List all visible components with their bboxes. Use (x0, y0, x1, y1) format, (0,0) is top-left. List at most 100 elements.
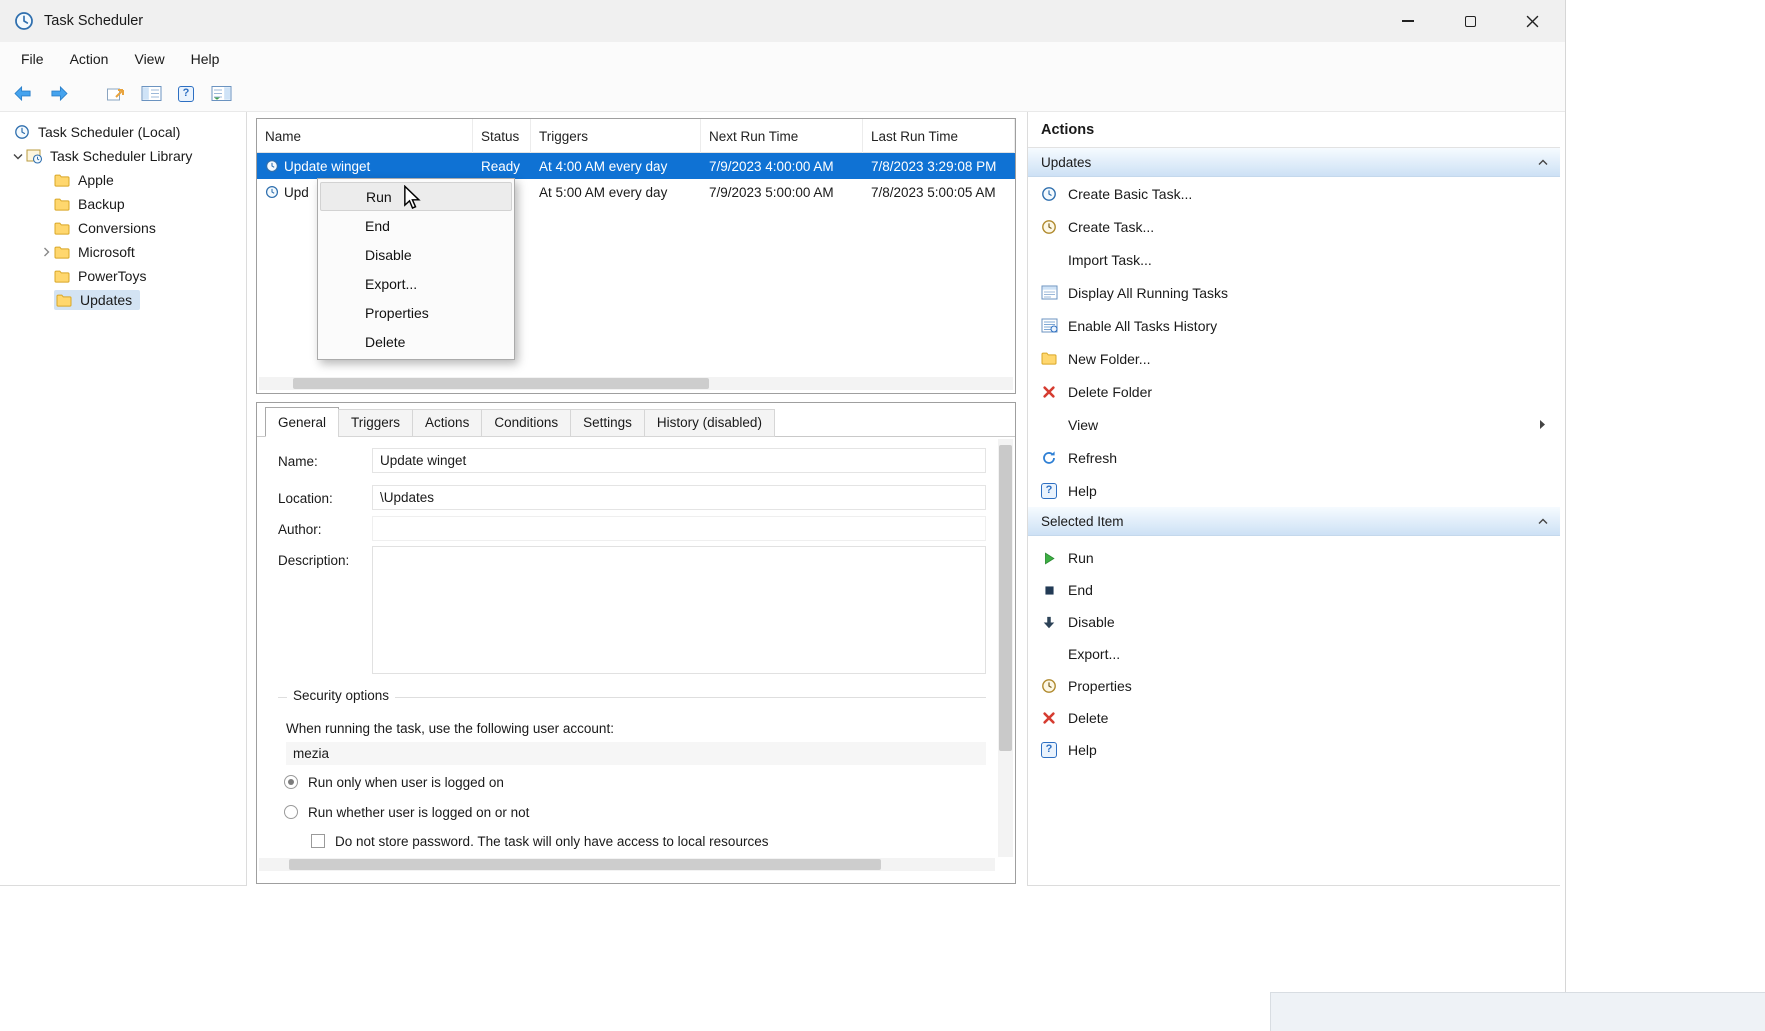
action-enable-history[interactable]: Enable All Tasks History (1028, 309, 1560, 342)
action-properties[interactable]: Properties (1028, 670, 1560, 702)
context-properties[interactable]: Properties (320, 298, 512, 327)
detail-vertical-scrollbar[interactable] (998, 439, 1013, 857)
action-help-selected[interactable]: ? Help (1028, 734, 1560, 766)
library-icon (26, 149, 45, 164)
action-disable[interactable]: Disable (1028, 606, 1560, 638)
updates-section-header[interactable]: Updates (1028, 148, 1560, 177)
chevron-down-icon[interactable] (10, 153, 26, 160)
action-create-basic-task[interactable]: Create Basic Task... (1028, 177, 1560, 210)
action-end[interactable]: End (1028, 574, 1560, 606)
task-scheduler-icon (14, 124, 33, 140)
action-run[interactable]: Run (1028, 542, 1560, 574)
action-display-running-tasks[interactable]: Display All Running Tasks (1028, 276, 1560, 309)
action-view[interactable]: View (1028, 408, 1560, 441)
show-hide-tree-button[interactable] (138, 81, 164, 107)
minimize-button[interactable] (1377, 0, 1439, 42)
action-label: Enable All Tasks History (1068, 318, 1217, 334)
task-triggers-cell: At 5:00 AM every day (531, 179, 667, 205)
tree-folder-label: Microsoft (78, 244, 135, 260)
context-end[interactable]: End (320, 211, 512, 240)
radio-logged-on[interactable] (284, 775, 298, 789)
forward-button[interactable] (45, 81, 71, 107)
export-list-button[interactable] (103, 81, 129, 107)
menu-view[interactable]: View (121, 45, 177, 73)
selected-item-section-header[interactable]: Selected Item (1028, 507, 1560, 536)
action-label: Delete (1068, 710, 1108, 726)
action-new-folder[interactable]: New Folder... (1028, 342, 1560, 375)
create-task-icon (1039, 218, 1059, 236)
scrollbar-thumb[interactable] (999, 445, 1012, 751)
action-help-updates[interactable]: ? Help (1028, 474, 1560, 507)
tree-root[interactable]: Task Scheduler (Local) (0, 120, 246, 144)
action-delete-folder[interactable]: Delete Folder (1028, 375, 1560, 408)
context-delete[interactable]: Delete (320, 327, 512, 356)
tree-folder-backup[interactable]: Backup (0, 192, 246, 216)
scrollbar-thumb[interactable] (289, 859, 881, 870)
menu-action[interactable]: Action (57, 45, 122, 73)
action-delete[interactable]: Delete (1028, 702, 1560, 734)
show-hide-action-pane-button[interactable] (208, 81, 234, 107)
tab-actions[interactable]: Actions (412, 409, 482, 437)
tree-folder-powertoys[interactable]: PowerToys (0, 264, 246, 288)
task-row-update-winget[interactable]: Update winget Ready At 4:00 AM every day… (257, 153, 1015, 179)
column-header-next-run[interactable]: Next Run Time (701, 119, 863, 153)
console-tree-icon (141, 85, 162, 102)
tab-settings[interactable]: Settings (570, 409, 645, 437)
export-list-icon (106, 85, 126, 103)
help-icon: ? (1039, 482, 1059, 500)
toolbar: ? (0, 76, 1565, 112)
scrollbar-thumb[interactable] (293, 378, 709, 389)
column-header-name[interactable]: Name (257, 119, 473, 153)
tab-conditions[interactable]: Conditions (481, 409, 571, 437)
minimize-icon (1402, 20, 1414, 22)
action-refresh[interactable]: Refresh (1028, 441, 1560, 474)
window-title: Task Scheduler (44, 13, 143, 29)
tree-folder-microsoft[interactable]: Microsoft (0, 240, 246, 264)
radio-logged-on-label: Run only when user is logged on (308, 775, 504, 790)
action-export[interactable]: Export... (1028, 638, 1560, 670)
column-header-last-run[interactable]: Last Run Time (863, 119, 1015, 153)
radio-logged-on-or-not[interactable] (284, 805, 298, 819)
description-label: Description: (278, 553, 349, 568)
collapse-chevron-icon (1538, 518, 1548, 525)
forward-arrow-icon (48, 85, 69, 102)
tab-triggers[interactable]: Triggers (338, 409, 413, 437)
menu-help[interactable]: Help (178, 45, 233, 73)
action-label: Properties (1068, 678, 1132, 694)
checkbox-no-password[interactable] (311, 834, 325, 848)
mouse-cursor-icon (402, 185, 422, 211)
action-label: Export... (1068, 646, 1120, 662)
selected-tree-item: Updates (54, 290, 140, 310)
back-button[interactable] (10, 81, 36, 107)
tab-general[interactable]: General (265, 407, 339, 437)
action-pane-icon (211, 85, 232, 102)
chevron-right-icon[interactable] (38, 247, 54, 257)
tree-folder-updates[interactable]: Updates (0, 288, 246, 312)
action-label: Import Task... (1068, 252, 1152, 268)
close-button[interactable] (1501, 0, 1563, 42)
task-scheduler-app: Task Scheduler File Action View Help (0, 0, 1765, 1031)
delete-icon (1039, 709, 1059, 727)
detail-horizontal-scrollbar[interactable] (259, 858, 995, 871)
maximize-button[interactable] (1439, 0, 1501, 42)
toolbar-help-button[interactable]: ? (173, 81, 199, 107)
action-label: Run (1068, 550, 1094, 566)
tab-history[interactable]: History (disabled) (644, 409, 775, 437)
context-disable[interactable]: Disable (320, 240, 512, 269)
task-list-horizontal-scrollbar[interactable] (259, 377, 1013, 390)
section-header-label: Updates (1041, 155, 1091, 170)
tree-folder-apple[interactable]: Apple (0, 168, 246, 192)
context-export[interactable]: Export... (320, 269, 512, 298)
task-status-cell: Ready (473, 153, 520, 179)
menu-file[interactable]: File (8, 45, 57, 73)
tree-folder-label: PowerToys (78, 268, 146, 284)
tree-folder-conversions[interactable]: Conversions (0, 216, 246, 240)
column-header-triggers[interactable]: Triggers (531, 119, 701, 153)
column-header-status[interactable]: Status (473, 119, 531, 153)
updates-actions-list: Create Basic Task... Create Task... Impo… (1028, 177, 1560, 507)
detail-tabs: General Triggers Actions Conditions Sett… (265, 407, 774, 437)
action-import-task[interactable]: Import Task... (1028, 243, 1560, 276)
maximize-icon (1465, 16, 1476, 27)
tree-library[interactable]: Task Scheduler Library (0, 144, 246, 168)
action-create-task[interactable]: Create Task... (1028, 210, 1560, 243)
